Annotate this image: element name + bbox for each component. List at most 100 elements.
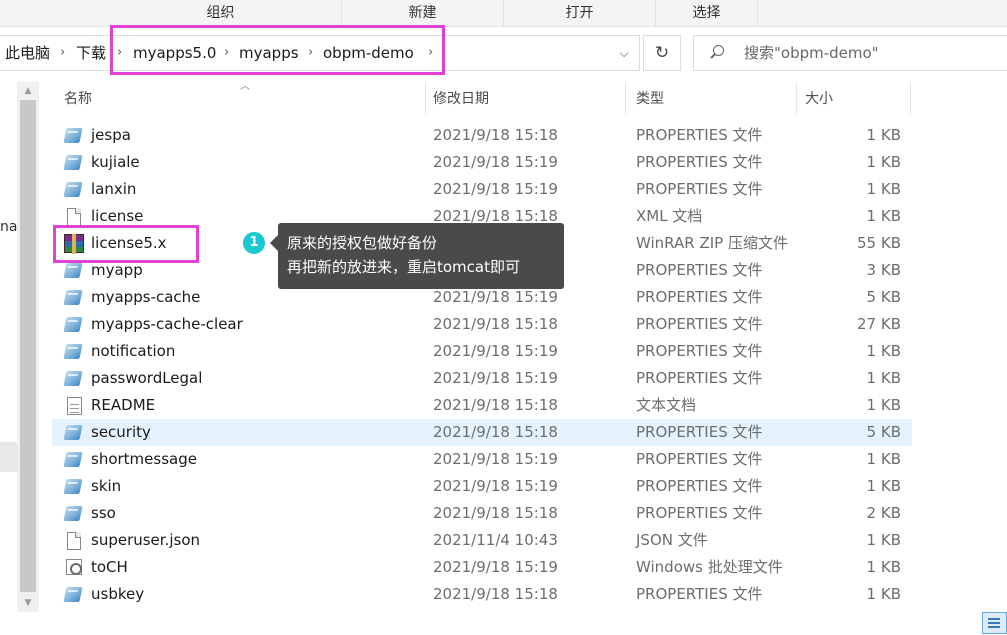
file-row[interactable]: lanxin 2021/9/18 15:19 PROPERTIES 文件 1 KB <box>52 176 912 203</box>
document-icon <box>67 208 81 226</box>
file-row[interactable]: myapps-cache-clear 2021/9/18 15:18 PROPERT… <box>52 311 912 338</box>
file-row[interactable]: notification 2021/9/18 15:19 PROPERTIES 文件… <box>52 338 912 365</box>
file-name: toCH <box>91 558 128 576</box>
winrar-archive-icon <box>64 234 84 254</box>
file-row[interactable]: kujiale 2021/9/18 15:19 PROPERTIES 文件 1 KB <box>52 149 912 176</box>
breadcrumb-obpm-demo[interactable]: obpm-demo <box>323 36 414 70</box>
column-header: 名称 修改日期 类型 大小 <box>52 82 912 114</box>
scroll-up-icon[interactable]: ▲ <box>17 84 39 98</box>
address-bar[interactable]: 此电脑 › 下载 › myapps5.0 › myapps › obpm-dem… <box>0 35 640 71</box>
ribbon-group-select[interactable]: 选择 <box>656 0 758 27</box>
file-name: license <box>91 207 144 225</box>
column-date[interactable]: 修改日期 <box>423 82 626 114</box>
file-size: 5 KB <box>866 423 901 441</box>
file-type: WinRAR ZIP 压缩文件 <box>636 234 788 252</box>
file-row[interactable]: jespa 2021/9/18 15:18 PROPERTIES 文件 1 KB <box>52 122 912 149</box>
file-row[interactable]: sso 2021/9/18 15:18 PROPERTIES 文件 2 KB <box>52 500 912 527</box>
chevron-right-icon[interactable]: › <box>224 36 229 70</box>
file-row[interactable]: README 2021/9/18 15:18 文本文档 1 KB <box>52 392 912 419</box>
file-name: usbkey <box>91 585 145 603</box>
file-name: jespa <box>91 126 131 144</box>
tooltip-line-2: 再把新的放进来，重启tomcat即可 <box>287 258 520 276</box>
file-name: security <box>91 423 151 441</box>
properties-file-icon <box>63 587 83 602</box>
nav-selected-item[interactable] <box>0 442 17 472</box>
file-date: 2021/9/18 15:19 <box>433 342 558 360</box>
instruction-tooltip: 原来的授权包做好备份 再把新的放进来，重启tomcat即可 <box>270 223 564 289</box>
breadcrumb-myapps5[interactable]: myapps5.0 <box>133 36 216 70</box>
file-size: 1 KB <box>866 126 901 144</box>
file-date: 2021/11/4 10:43 <box>433 531 558 549</box>
file-size: 1 KB <box>866 180 901 198</box>
details-view-button[interactable] <box>982 612 1007 634</box>
file-name: lanxin <box>91 180 137 198</box>
file-row[interactable]: superuser.json 2021/11/4 10:43 JSON 文件 1 KB <box>52 527 912 554</box>
file-row[interactable]: skin 2021/9/18 15:19 PROPERTIES 文件 1 KB <box>52 473 912 500</box>
tooltip-line-1: 原来的授权包做好备份 <box>287 234 438 252</box>
file-type: PROPERTIES 文件 <box>636 369 763 387</box>
column-name[interactable]: 名称 <box>54 82 426 114</box>
file-type: PROPERTIES 文件 <box>636 450 763 468</box>
file-date: 2021/9/18 15:19 <box>433 477 558 495</box>
file-type: PROPERTIES 文件 <box>636 423 763 441</box>
file-type: PROPERTIES 文件 <box>636 585 763 603</box>
column-type[interactable]: 类型 <box>626 82 797 114</box>
file-row[interactable]: toCH 2021/9/18 15:19 Windows 批处理文件 1 KB <box>52 554 912 581</box>
file-type: XML 文档 <box>636 207 703 225</box>
file-size: 1 KB <box>866 450 901 468</box>
file-date: 2021/9/18 15:18 <box>433 423 558 441</box>
file-date: 2021/9/18 15:18 <box>433 396 558 414</box>
file-type: PROPERTIES 文件 <box>636 504 763 522</box>
file-name: notification <box>91 342 176 360</box>
file-row[interactable]: shortmessage 2021/9/18 15:19 PROPERTIES 文件… <box>52 446 912 473</box>
file-type: PROPERTIES 文件 <box>636 342 763 360</box>
file-name: sso <box>91 504 116 522</box>
refresh-button[interactable]: ↻ <box>643 35 681 71</box>
vertical-scrollbar[interactable]: ▲ ▼ <box>17 82 39 612</box>
search-placeholder: 搜索"obpm-demo" <box>744 44 879 62</box>
file-row[interactable]: passwordLegal 2021/9/18 15:19 PROPERTIES 文… <box>52 365 912 392</box>
search-icon <box>708 44 726 62</box>
file-name: skin <box>91 477 122 495</box>
file-size: 27 KB <box>857 315 901 333</box>
file-name: myapp <box>91 261 143 279</box>
file-type: PROPERTIES 文件 <box>636 315 763 333</box>
file-name: license5.x <box>91 234 167 252</box>
search-box[interactable]: 搜索"obpm-demo" <box>693 35 1007 71</box>
file-type: PROPERTIES 文件 <box>636 153 763 171</box>
file-row[interactable]: security 2021/9/18 15:18 PROPERTIES 文件 5 KB <box>52 419 912 446</box>
step-badge: 1 <box>241 230 267 256</box>
ribbon-group-organize[interactable]: 组织 <box>100 0 342 27</box>
scroll-down-icon[interactable]: ▼ <box>17 596 39 610</box>
ribbon-group-open[interactable]: 打开 <box>504 0 656 27</box>
file-date: 2021/9/18 15:19 <box>433 180 558 198</box>
file-date: 2021/9/18 15:18 <box>433 126 558 144</box>
chevron-right-icon[interactable]: › <box>117 36 122 70</box>
chevron-down-icon[interactable]: ⌵ <box>610 36 638 70</box>
chevron-right-icon[interactable]: › <box>428 36 433 70</box>
breadcrumb-myapps[interactable]: myapps <box>239 36 299 70</box>
breadcrumb-downloads[interactable]: 下载 <box>76 36 106 70</box>
file-date: 2021/9/18 15:18 <box>433 315 558 333</box>
breadcrumb-this-pc[interactable]: 此电脑 <box>5 36 50 70</box>
column-size[interactable]: 大小 <box>795 82 911 114</box>
properties-file-icon <box>63 425 83 440</box>
chevron-right-icon[interactable]: › <box>308 36 313 70</box>
scrollbar-thumb[interactable] <box>20 100 36 592</box>
ribbon-group-new[interactable]: 新建 <box>342 0 504 27</box>
nav-item-partial[interactable]: na <box>0 219 17 235</box>
file-size: 5 KB <box>866 288 901 306</box>
properties-file-icon <box>63 182 83 197</box>
file-size: 1 KB <box>866 396 901 414</box>
file-row[interactable]: usbkey 2021/9/18 15:18 PROPERTIES 文件 1 KB <box>52 581 912 608</box>
file-type: PROPERTIES 文件 <box>636 288 763 306</box>
properties-file-icon <box>63 344 83 359</box>
file-type: JSON 文件 <box>636 531 708 549</box>
properties-file-icon <box>63 317 83 332</box>
file-size: 3 KB <box>866 261 901 279</box>
properties-file-icon <box>63 128 83 143</box>
file-date: 2021/9/18 15:19 <box>433 558 558 576</box>
file-date: 2021/9/18 15:18 <box>433 504 558 522</box>
chevron-right-icon[interactable]: › <box>60 36 65 70</box>
batch-file-icon <box>66 559 82 575</box>
